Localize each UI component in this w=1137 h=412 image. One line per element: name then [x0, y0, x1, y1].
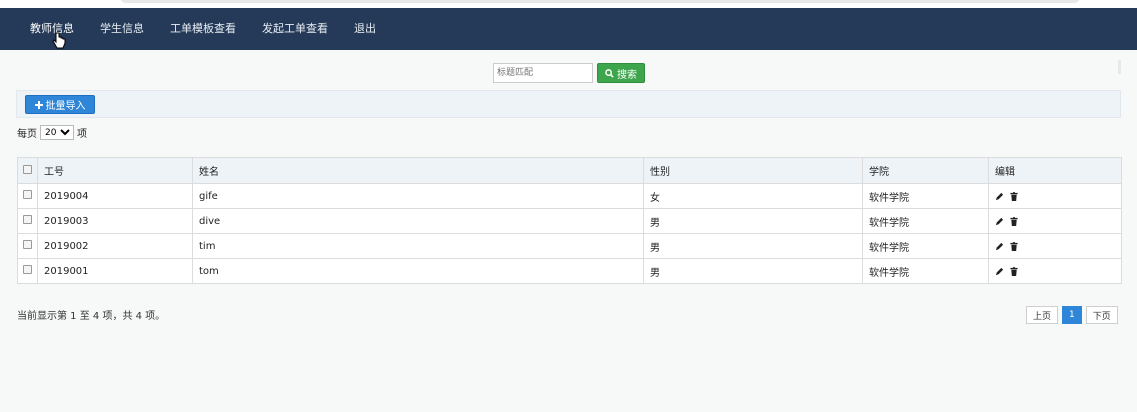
- address-bar: [120, 0, 1080, 3]
- nav-student-info[interactable]: 学生信息: [87, 8, 157, 50]
- cell-name: dive: [192, 208, 644, 234]
- cell-edit: [988, 233, 1122, 259]
- nav-initiated-tickets[interactable]: 发起工单查看: [249, 8, 341, 50]
- row-checkbox[interactable]: [23, 265, 32, 274]
- pencil-icon[interactable]: [995, 242, 1004, 251]
- next-page-button[interactable]: 下页: [1085, 306, 1118, 324]
- page-size-control: 每页 20 项: [17, 125, 87, 140]
- hand-cursor-icon: [52, 32, 66, 49]
- trash-icon[interactable]: [1010, 216, 1018, 226]
- header-id[interactable]: 工号: [37, 157, 193, 184]
- nav-ticket-template[interactable]: 工单模板查看: [157, 8, 249, 50]
- cell-college: 软件学院: [862, 233, 989, 259]
- cell-gender: 男: [643, 208, 863, 234]
- cell-gender: 女: [643, 183, 863, 209]
- pencil-icon[interactable]: [995, 267, 1004, 276]
- trash-icon[interactable]: [1010, 191, 1018, 201]
- row-checkbox[interactable]: [23, 190, 32, 199]
- plus-icon: [34, 100, 43, 109]
- cell-gender: 男: [643, 258, 863, 284]
- cell-id: 2019001: [37, 258, 193, 284]
- pencil-icon[interactable]: [995, 192, 1004, 201]
- cell-edit: [988, 208, 1122, 234]
- cell-name: tom: [192, 258, 644, 284]
- row-checkbox-cell: [17, 233, 38, 259]
- page-size-prefix: 每页: [17, 129, 37, 140]
- batch-import-button[interactable]: 批量导入: [25, 95, 95, 114]
- nav-logout[interactable]: 退出: [341, 8, 389, 50]
- cell-edit: [988, 183, 1122, 209]
- table-row: 2019004 gife 女 软件学院: [17, 183, 1122, 209]
- trash-icon[interactable]: [1010, 241, 1018, 251]
- cell-id: 2019004: [37, 183, 193, 209]
- row-checkbox[interactable]: [23, 215, 32, 224]
- select-all-checkbox[interactable]: [23, 164, 32, 174]
- row-checkbox-cell: [17, 183, 38, 209]
- header-gender[interactable]: 性别: [643, 157, 863, 184]
- prev-page-button[interactable]: 上页: [1026, 306, 1059, 324]
- cell-gender: 男: [643, 233, 863, 259]
- cell-edit: [988, 258, 1122, 284]
- search-button[interactable]: 搜索: [597, 63, 645, 83]
- row-checkbox[interactable]: [23, 240, 32, 249]
- browser-strip: [0, 0, 1137, 8]
- page-1-button[interactable]: 1: [1062, 306, 1082, 324]
- pencil-icon[interactable]: [995, 217, 1004, 226]
- header-checkbox-cell: [17, 157, 38, 184]
- cell-college: 软件学院: [862, 208, 989, 234]
- row-checkbox-cell: [17, 208, 38, 234]
- search-icon: [605, 68, 614, 78]
- cell-id: 2019002: [37, 233, 193, 259]
- scrollbar[interactable]: [1118, 60, 1121, 74]
- table-row: 2019003 dive 男 软件学院: [17, 208, 1122, 234]
- trash-icon[interactable]: [1010, 266, 1018, 276]
- search-input[interactable]: [493, 63, 593, 83]
- page-size-select[interactable]: 20: [40, 125, 74, 140]
- cell-college: 软件学院: [862, 183, 989, 209]
- header-college[interactable]: 学院: [862, 157, 989, 184]
- cell-name: tim: [192, 233, 644, 259]
- page-size-suffix: 项: [77, 129, 87, 140]
- table-toolbar: 批量导入: [16, 90, 1121, 118]
- search-button-label: 搜索: [617, 69, 637, 81]
- pagination-summary: 当前显示第 1 至 4 项，共 4 项。: [17, 311, 166, 322]
- header-name[interactable]: 姓名: [192, 157, 644, 184]
- table-header-row: 工号 姓名 性别 学院 编辑: [17, 157, 1122, 184]
- row-checkbox-cell: [17, 258, 38, 284]
- search-bar: 搜索: [493, 63, 645, 83]
- teacher-table: 工号 姓名 性别 学院 编辑 2019004 gife 女 软件学院 20190…: [17, 157, 1122, 284]
- batch-import-label: 批量导入: [45, 101, 86, 112]
- cell-id: 2019003: [37, 208, 193, 234]
- cell-college: 软件学院: [862, 258, 989, 284]
- table-row: 2019002 tim 男 软件学院: [17, 233, 1122, 259]
- header-edit: 编辑: [988, 157, 1122, 184]
- pagination: 上页 1 下页: [1026, 306, 1118, 324]
- cell-name: gife: [192, 183, 644, 209]
- table-row: 2019001 tom 男 软件学院: [17, 258, 1122, 284]
- top-navbar: 教师信息 学生信息 工单模板查看 发起工单查看 退出: [0, 8, 1137, 50]
